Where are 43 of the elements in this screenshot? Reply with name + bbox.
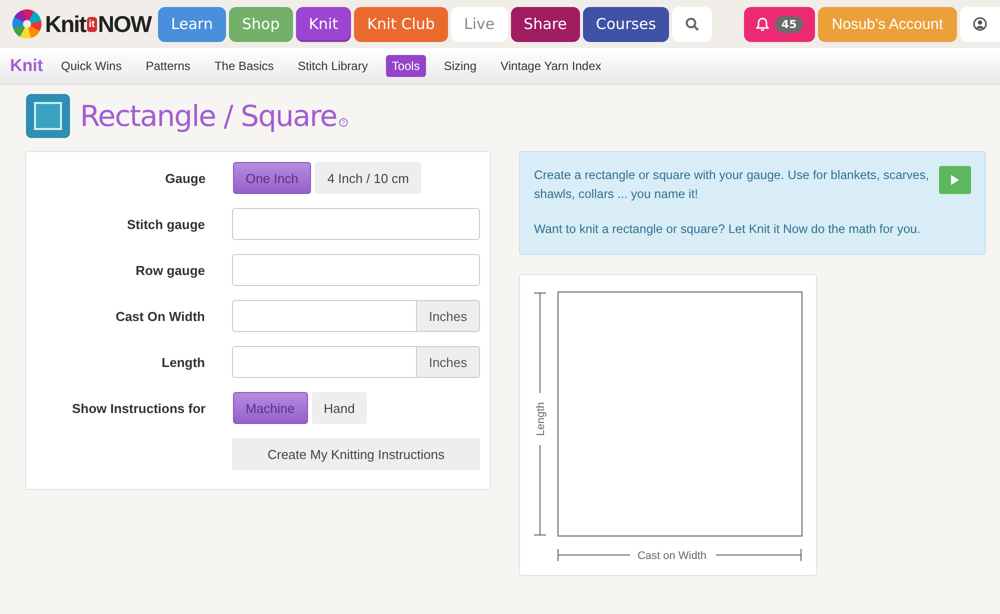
subnav-link[interactable]: Sizing (438, 55, 483, 77)
field-label: Show Instructions for (72, 400, 206, 416)
square-icon (26, 94, 70, 138)
input-field[interactable] (232, 208, 480, 240)
search-button[interactable] (672, 6, 712, 42)
play-button[interactable] (939, 166, 971, 194)
field-label: Stitch gauge (126, 216, 205, 232)
subnav-link[interactable]: Patterns (140, 55, 196, 77)
create-button[interactable]: Create My Knitting Instructions (232, 438, 480, 470)
section-title[interactable]: Knit (10, 56, 44, 76)
notification-count: 45 (775, 16, 803, 32)
page-title: Rectangle / Square (80, 99, 337, 133)
search-icon (685, 17, 700, 31)
nav-tab[interactable]: Share (510, 6, 580, 42)
nav-tab[interactable]: Courses (582, 6, 670, 42)
subnav-link[interactable]: Tools (386, 55, 426, 77)
input-field[interactable] (232, 346, 417, 378)
input-field[interactable] (232, 254, 480, 286)
option-button[interactable]: 4 Inch / 10 cm (315, 162, 421, 194)
user-icon (973, 17, 987, 31)
field-label: Length (162, 354, 205, 370)
profile-button[interactable] (960, 6, 1000, 42)
subnav-link[interactable]: Stitch Library (292, 55, 374, 77)
nav-tab[interactable]: Live (450, 6, 508, 42)
notifications-button[interactable]: 45 (744, 6, 815, 42)
info-text: Create a rectangle or square with your gauge. Use for blankets, scarves, shawls, collars ... you name it! (534, 167, 930, 203)
subnav-link[interactable]: The Basics (208, 55, 280, 77)
width-label: Cast on Width (637, 550, 707, 562)
unit-label: Inches (417, 346, 480, 378)
field-label: Gauge (165, 170, 206, 186)
field-label: Row gauge (136, 262, 205, 278)
pinwheel-icon (10, 7, 44, 41)
option-button[interactable]: Hand (312, 392, 367, 424)
nav-tab[interactable]: Knit (296, 6, 352, 42)
field-label: Cast On Width (116, 308, 205, 324)
play-icon (951, 175, 959, 185)
unit-label: Inches (417, 300, 480, 332)
length-label: Length (535, 402, 547, 436)
input-field[interactable] (232, 300, 417, 332)
info-text: Want to knit a rectangle or square? Let Knit it Now do the math for you. (534, 221, 922, 238)
bell-icon (756, 16, 770, 32)
subnav-link[interactable]: Vintage Yarn Index (494, 55, 608, 77)
subnav-link[interactable]: Quick Wins (55, 55, 128, 77)
